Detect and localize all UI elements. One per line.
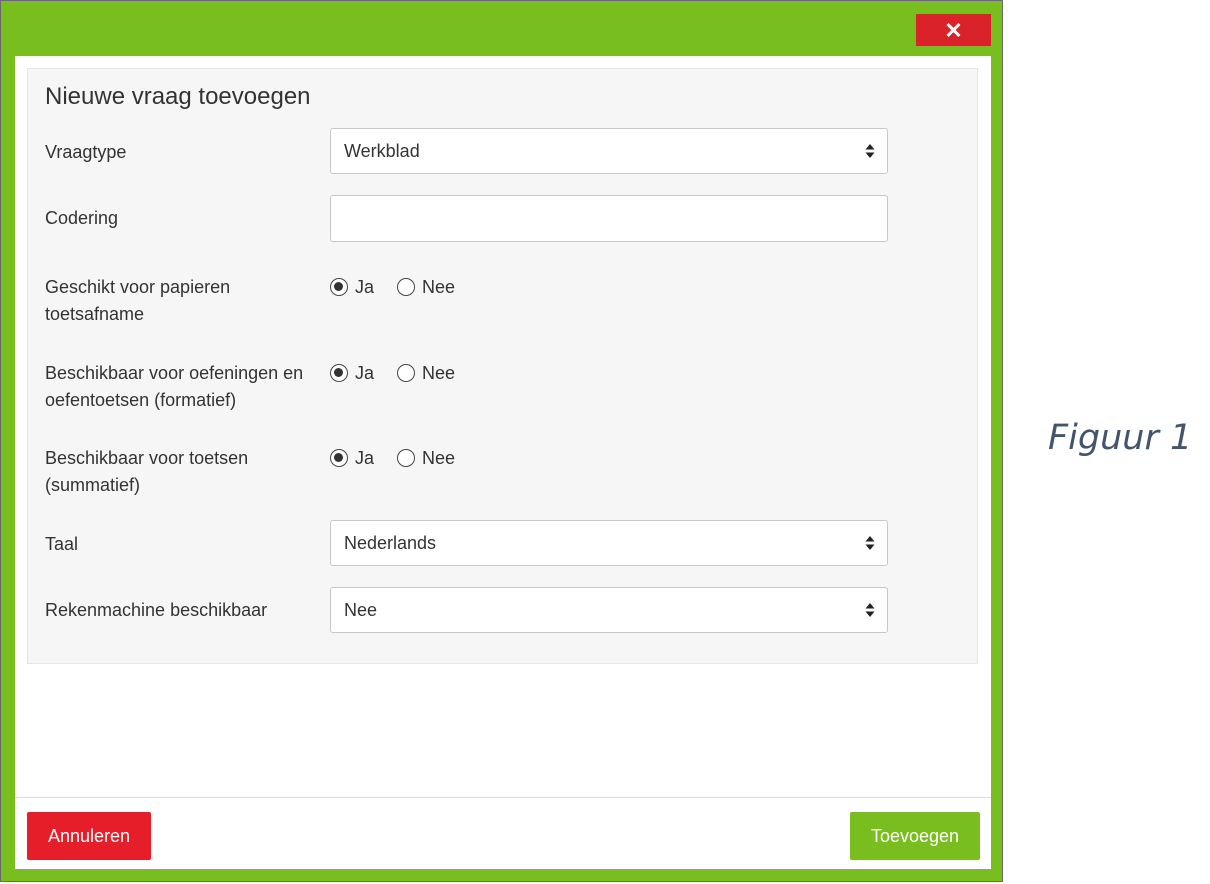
formatief-ja-radio[interactable] [330,364,348,383]
close-button[interactable]: ✕ [916,14,991,46]
summatief-ja-radio[interactable] [330,449,348,468]
formatief-radio-group: Ja Nee [330,362,473,386]
sort-arrows-icon [865,144,875,158]
taal-value: Nederlands [344,533,437,553]
close-icon: ✕ [944,18,963,43]
dialog-body: Nieuwe vraag toevoegen Vraagtype Werkbla… [15,56,991,797]
figure-caption: Figuur 1 [1048,418,1193,458]
rekenmachine-select[interactable]: Nee [330,587,888,633]
papier-nee-radio[interactable] [397,278,416,297]
formatief-ja-label: Ja [355,362,375,383]
codering-input[interactable] [330,195,888,242]
summatief-ja-label: Ja [355,447,375,468]
dialog-title: Nieuwe vraag toevoegen [45,83,311,110]
summatief-label: Beschikbaar voor toetsen (summatief) [45,448,249,495]
papier-radio-group: Ja Nee [330,276,473,300]
papier-label: Geschikt voor papieren toetsafname [45,277,231,324]
taal-label: Taal [45,534,79,554]
summatief-nee-label: Nee [422,447,456,468]
taal-select[interactable]: Nederlands [330,520,888,566]
form-panel: Nieuwe vraag toevoegen Vraagtype Werkbla… [27,68,978,664]
vraagtype-label: Vraagtype [45,142,127,162]
sort-arrows-icon [865,536,875,550]
vraagtype-value: Werkblad [344,141,420,161]
rekenmachine-value: Nee [344,600,378,620]
summatief-nee-radio[interactable] [397,449,416,468]
formatief-nee-radio[interactable] [397,364,416,383]
cancel-button[interactable]: Annuleren [27,812,151,860]
dialog: ✕ Nieuwe vraag toevoegen Vraagtype Werkb… [0,0,1003,882]
papier-nee-label: Nee [422,276,456,297]
summatief-radio-group: Ja Nee [330,447,473,471]
dialog-footer: Annuleren Toevoegen [15,797,991,869]
rekenmachine-label: Rekenmachine beschikbaar [45,600,268,620]
sort-arrows-icon [865,603,875,617]
vraagtype-select[interactable]: Werkblad [330,128,888,174]
papier-ja-radio[interactable] [330,278,348,297]
codering-label: Codering [45,208,119,228]
papier-ja-label: Ja [355,276,375,297]
formatief-label: Beschikbaar voor oefeningen en oefentoet… [45,363,304,410]
add-button[interactable]: Toevoegen [850,812,980,860]
formatief-nee-label: Nee [422,362,456,383]
